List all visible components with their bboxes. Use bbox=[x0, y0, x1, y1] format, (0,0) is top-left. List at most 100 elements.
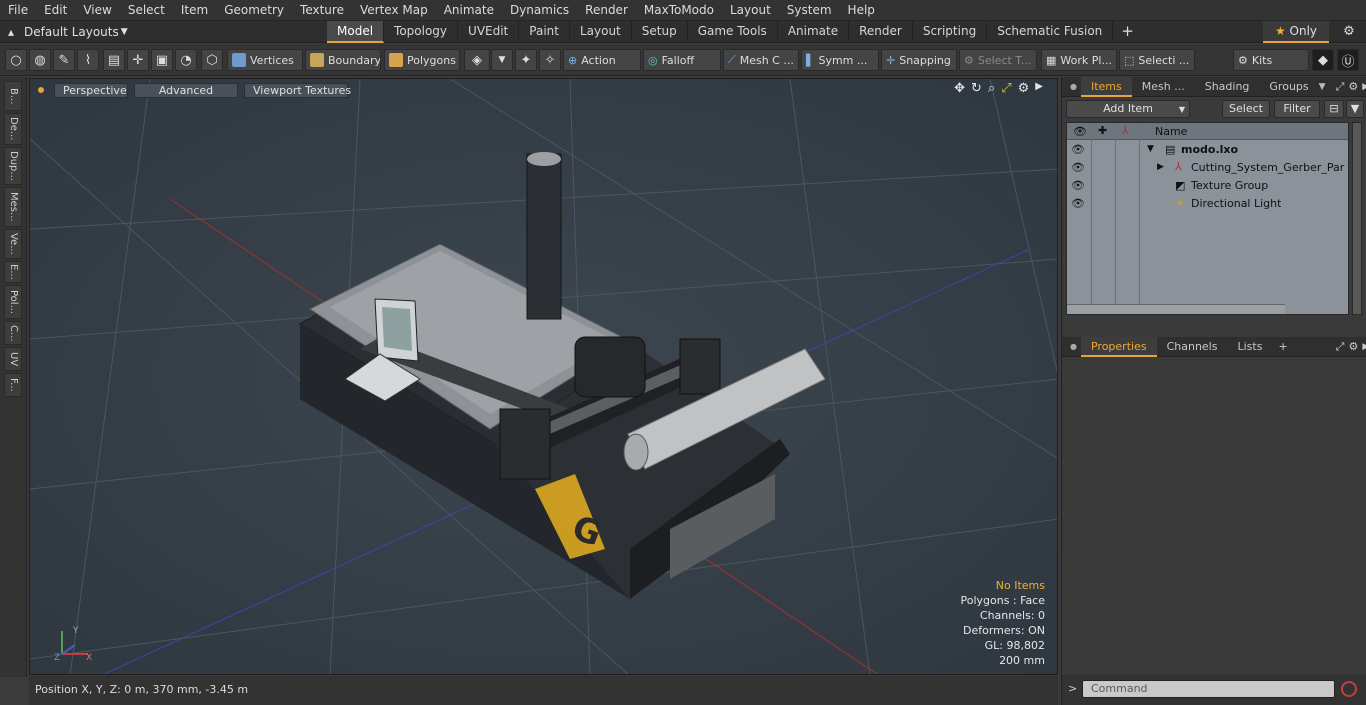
polygons-button[interactable]: Polygons bbox=[384, 49, 460, 71]
vertical-scrollbar[interactable] bbox=[1352, 122, 1362, 315]
circle-select-icon[interactable]: ○ bbox=[5, 49, 27, 71]
menu-item[interactable]: Item bbox=[173, 0, 216, 21]
tab-channels[interactable]: Channels bbox=[1157, 337, 1228, 357]
menu-geometry[interactable]: Geometry bbox=[216, 0, 292, 21]
menu-edit[interactable]: Edit bbox=[36, 0, 75, 21]
align-icon[interactable]: ▤ bbox=[103, 49, 125, 71]
expand-icon[interactable]: ⤢ bbox=[1288, 340, 1345, 354]
layouts-dropdown[interactable]: ▴ Default Layouts ▼ bbox=[8, 21, 128, 43]
pan-icon[interactable]: ✥ bbox=[954, 81, 965, 96]
tab-mesh-edit[interactable]: Mes... bbox=[4, 187, 22, 227]
menu-file[interactable]: File bbox=[0, 0, 36, 21]
tab-vertex[interactable]: Ve... bbox=[4, 229, 22, 259]
tab-topology[interactable]: Topology bbox=[384, 21, 459, 43]
tab-fusion[interactable]: F... bbox=[4, 373, 22, 397]
gear-icon[interactable]: ⚙ bbox=[1338, 21, 1360, 43]
tab-shading[interactable]: Shading bbox=[1195, 77, 1260, 97]
perspective-button[interactable]: Perspective bbox=[54, 82, 128, 98]
item-row-texture-group[interactable]: 👁 ◩ Texture Group bbox=[1067, 177, 1348, 195]
vertices-button[interactable]: Vertices bbox=[227, 49, 303, 71]
menu-render[interactable]: Render bbox=[577, 0, 636, 21]
material-icon[interactable]: ◈ bbox=[464, 49, 490, 71]
visibility-eye-icon[interactable]: 👁 bbox=[1071, 197, 1085, 211]
transform-icon[interactable]: ✛ bbox=[127, 49, 149, 71]
menu-help[interactable]: Help bbox=[840, 0, 883, 21]
tab-model[interactable]: Model bbox=[327, 21, 385, 43]
select-button[interactable]: Select bbox=[1222, 100, 1270, 118]
chevron-down-icon[interactable]: ▼ bbox=[491, 49, 513, 71]
action-button[interactable]: ⊕ Action bbox=[563, 49, 641, 71]
add-item-button[interactable]: Add Item ▼ bbox=[1066, 100, 1190, 118]
advanced-button[interactable]: Advanced bbox=[134, 82, 238, 98]
brush-icon[interactable]: ⌇ bbox=[77, 49, 99, 71]
add-tab-icon[interactable]: + bbox=[1272, 340, 1287, 353]
panel-gear-icon[interactable]: ⚙ bbox=[1344, 340, 1358, 353]
viewport-menu-dot-icon[interactable] bbox=[38, 87, 44, 93]
tab-uv[interactable]: UV bbox=[4, 347, 22, 371]
menu-dynamics[interactable]: Dynamics bbox=[502, 0, 577, 21]
panel-arrow-icon[interactable]: ▶ bbox=[1358, 342, 1366, 352]
falloff-button[interactable]: ◎ Falloff bbox=[643, 49, 721, 71]
add-tab-icon[interactable]: + bbox=[1113, 21, 1142, 43]
horizontal-scrollbar[interactable] bbox=[1067, 304, 1285, 314]
menu-animate[interactable]: Animate bbox=[436, 0, 502, 21]
tab-animate[interactable]: Animate bbox=[778, 21, 850, 43]
filter-button[interactable]: Filter bbox=[1274, 100, 1320, 118]
collapse-icon[interactable]: ⊟ bbox=[1324, 100, 1344, 118]
snapping-button[interactable]: ✛ Snapping bbox=[881, 49, 957, 71]
zoom-icon[interactable]: ⌕ bbox=[988, 81, 995, 96]
pen-icon[interactable]: ✎ bbox=[53, 49, 75, 71]
rotate-icon[interactable]: ↻ bbox=[971, 81, 982, 96]
tab-properties[interactable]: Properties bbox=[1080, 336, 1157, 357]
tab-items[interactable]: Items bbox=[1080, 76, 1132, 97]
symmetry-button[interactable]: ▌ Symm ... bbox=[801, 49, 879, 71]
tab-paint[interactable]: Paint bbox=[519, 21, 570, 43]
select-through-button[interactable]: ⚙ Select T... bbox=[959, 49, 1037, 71]
tab-curve[interactable]: C... bbox=[4, 321, 22, 345]
item-row-scene[interactable]: 👁 ▼ ▤ modo.lxo bbox=[1067, 141, 1348, 159]
square-icon[interactable]: ▣ bbox=[151, 49, 173, 71]
menu-system[interactable]: System bbox=[779, 0, 840, 21]
collapse-arrow-icon[interactable]: ▼ bbox=[1147, 144, 1154, 154]
unity-icon[interactable]: ◆ bbox=[1312, 49, 1334, 71]
menu-vertex-map[interactable]: Vertex Map bbox=[352, 0, 436, 21]
cube-icon[interactable]: ⬡ bbox=[201, 49, 223, 71]
visibility-eye-icon[interactable]: 👁 bbox=[1071, 179, 1085, 193]
record-icon[interactable] bbox=[1341, 681, 1357, 697]
tab-layout[interactable]: Layout bbox=[570, 21, 632, 43]
item-row-mesh[interactable]: 👁 ▶ ⅄ Cutting_System_Gerber_Par ... bbox=[1067, 159, 1348, 177]
unreal-icon[interactable]: Ⓤ bbox=[1337, 49, 1359, 71]
tab-lists[interactable]: Lists bbox=[1227, 337, 1272, 357]
sphere-icon[interactable]: ✧ bbox=[539, 49, 561, 71]
tab-scripting[interactable]: Scripting bbox=[913, 21, 988, 43]
funnel-icon[interactable]: ▼ bbox=[1346, 100, 1364, 118]
expand-arrow-icon[interactable]: ▶ bbox=[1157, 162, 1164, 172]
tab-edge[interactable]: E... bbox=[4, 261, 22, 283]
chevron-down-icon[interactable]: ▼ bbox=[1319, 82, 1326, 92]
viewport-arrow-icon[interactable]: ▶ bbox=[1035, 81, 1043, 96]
work-plane-button[interactable]: ▦ Work Pl... bbox=[1041, 49, 1117, 71]
tab-schematic-fusion[interactable]: Schematic Fusion bbox=[987, 21, 1114, 43]
tab-mesh[interactable]: Mesh ... bbox=[1132, 77, 1195, 97]
tab-game-tools[interactable]: Game Tools bbox=[688, 21, 778, 43]
expand-icon[interactable]: ⤢ bbox=[1326, 80, 1345, 94]
tab-groups[interactable]: Groups bbox=[1259, 77, 1318, 97]
tab-deform[interactable]: De... bbox=[4, 113, 22, 145]
only-toggle[interactable]: ★ Only bbox=[1263, 21, 1329, 43]
menu-layout[interactable]: Layout bbox=[722, 0, 779, 21]
fit-icon[interactable]: ⤢ bbox=[1001, 81, 1011, 96]
menu-view[interactable]: View bbox=[75, 0, 119, 21]
visibility-eye-icon[interactable]: 👁 bbox=[1071, 161, 1085, 175]
menu-texture[interactable]: Texture bbox=[292, 0, 352, 21]
visibility-eye-icon[interactable]: 👁 bbox=[1071, 143, 1085, 157]
kits-button[interactable]: ⚙ Kits bbox=[1233, 49, 1309, 71]
menu-maxtomodo[interactable]: MaxToModo bbox=[636, 0, 722, 21]
viewport-gear-icon[interactable]: ⚙ bbox=[1018, 81, 1030, 96]
menu-select[interactable]: Select bbox=[120, 0, 173, 21]
selection-sets-button[interactable]: ⬚ Selecti ... bbox=[1119, 49, 1195, 71]
snap-target-icon[interactable]: ✦ bbox=[515, 49, 537, 71]
tab-render[interactable]: Render bbox=[849, 21, 913, 43]
boundary-button[interactable]: Boundary bbox=[305, 49, 381, 71]
tab-basic[interactable]: B... bbox=[4, 81, 22, 111]
tab-polygon[interactable]: Pol... bbox=[4, 285, 22, 319]
